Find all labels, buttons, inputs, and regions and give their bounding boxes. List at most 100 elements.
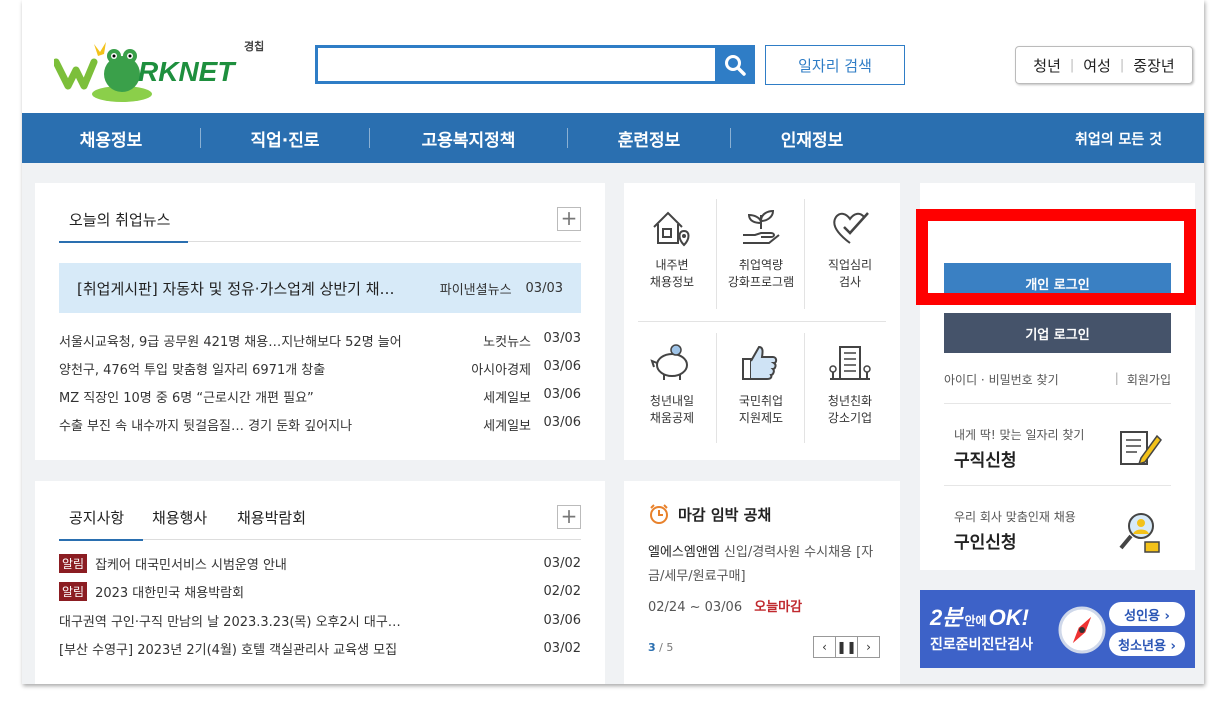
youth-test-button[interactable]: 청소년용 ›	[1109, 632, 1185, 656]
deadline-panel: 마감 임박 공채 엘에스엠앤엠 신입/경력사원 수시채용 [자금/세무/원료구매…	[624, 481, 900, 684]
quick-link-women[interactable]: 여성	[1083, 55, 1111, 76]
pause-button[interactable]: ❚❚	[835, 636, 858, 658]
next-button[interactable]: ›	[857, 636, 880, 658]
job-seeker-card[interactable]: 내게 딱! 맞는 일자리 찾기 구직신청	[944, 403, 1171, 485]
service-national-employment[interactable]: 국민취업 지원제도	[717, 341, 805, 427]
thumbs-up-icon	[742, 345, 778, 380]
service-label-2: 채용정보	[649, 275, 695, 289]
service-label-2: 검사	[838, 275, 862, 289]
divider	[188, 241, 581, 242]
tab-job-fair[interactable]: 채용박람회	[237, 507, 306, 528]
quick-link-middle-aged[interactable]: 중장년	[1133, 55, 1174, 76]
nav-item-training[interactable]: 훈련정보	[568, 126, 730, 151]
news-date: 03/06	[543, 387, 581, 402]
job-search-button[interactable]: 일자리 검색	[765, 45, 905, 85]
service-label-2: 강화프로그램	[727, 275, 795, 289]
service-psych-test[interactable]: 직업심리 검사	[806, 205, 894, 291]
deadline-company: 엘에스엠앤엠	[648, 545, 720, 560]
tab-underline	[59, 241, 188, 243]
deadline-range: 02/24 ~ 03/06	[648, 600, 743, 615]
quick-links: 청년 | 여성 | 중장년	[1015, 46, 1193, 84]
notice-date: 02/02	[543, 584, 581, 599]
service-label-2: 채움공제	[649, 411, 695, 425]
notice-date: 03/02	[543, 641, 581, 656]
tab-recruit-event[interactable]: 채용행사	[152, 507, 207, 528]
more-news-button[interactable]: +	[557, 207, 581, 231]
news-item[interactable]: 수출 부진 속 내수까지 뒷걸음질… 경기 둔화 깊어지나 세계일보 03/06	[59, 415, 581, 434]
service-youth-savings[interactable]: 청년내일 채움공제	[628, 341, 716, 427]
news-panel: 오늘의 취업뉴스 + [취업게시판] 자동차 및 정유·가스업계 상반기 채… …	[35, 183, 605, 460]
deadline-job[interactable]: 엘에스엠앤엠 신입/경력사원 수시채용 [자금/세무/원료구매]	[648, 541, 874, 589]
notice-date: 03/02	[543, 556, 581, 571]
service-nearby-jobs[interactable]: 내주변 채용정보	[628, 205, 716, 291]
news-source: 세계일보	[483, 419, 531, 434]
service-label-1: 직업심리	[827, 258, 873, 272]
headline-news[interactable]: [취업게시판] 자동차 및 정유·가스업계 상반기 채… 파이낸셜뉴스 03/0…	[59, 263, 581, 313]
service-label-2: 강소기업	[827, 411, 873, 425]
notice-title: 2023 대한민국 채용박람회	[95, 586, 245, 601]
divider	[143, 539, 581, 540]
service-youth-friendly[interactable]: 청년친화 강소기업	[806, 341, 894, 427]
adult-test-button[interactable]: 성인용 ›	[1109, 602, 1185, 626]
logo-subtitle: 경칩	[244, 40, 265, 53]
nav-item-recruit[interactable]: 채용정보	[22, 126, 200, 151]
notice-panel: 공지사항 채용행사 채용박람회 + 알림 잡케어 대국민서비스 시범운영 안내 …	[35, 481, 605, 684]
search-icon	[725, 54, 746, 76]
nav-all-about-jobs[interactable]: 취업의 모든 것	[1075, 129, 1162, 149]
piggy-bank-icon	[650, 344, 688, 380]
news-title: 수출 부진 속 내수까지 뒷걸음질… 경기 둔화 깊어지나	[59, 419, 353, 434]
signup-link[interactable]: 회원가입	[1127, 371, 1171, 388]
notice-item[interactable]: 알림 2023 대한민국 채용박람회 02/02	[59, 582, 581, 601]
news-item[interactable]: 양천구, 476억 투입 맞춤형 일자리 6971개 창출 아시아경제 03/0…	[59, 359, 581, 378]
career-test-banner[interactable]: 2분 안에OK! 진로준비진단검사 성인용 › 청소년용 ›	[920, 590, 1195, 668]
worknet-logo[interactable]: RKNET 경칩	[54, 34, 274, 104]
search-input[interactable]	[315, 45, 755, 84]
more-notice-button[interactable]: +	[557, 505, 581, 529]
highlight-box	[916, 209, 1196, 305]
quick-link-youth[interactable]: 청년	[1033, 55, 1061, 76]
headline-source: 파이낸셜뉴스	[439, 282, 512, 298]
service-label-1: 청년친화	[827, 394, 873, 408]
pager-current: 3	[648, 641, 656, 654]
tab-underline	[59, 539, 143, 541]
news-item[interactable]: MZ 직장인 10명 중 6명 “근로시간 개편 필요” 세계일보 03/06	[59, 387, 581, 406]
deadline-title: 마감 임박 공채	[648, 503, 771, 525]
service-label-1: 내주변	[655, 258, 689, 272]
building-icon	[829, 346, 871, 380]
search-button[interactable]	[715, 45, 755, 84]
service-label-1: 청년내일	[649, 394, 695, 408]
services-panel: 내주변 채용정보 취업역량 강화프로그램 직업심리 검사 청년내일 채움공제 국…	[624, 183, 900, 460]
corporate-login-button[interactable]: 기업 로그인	[944, 313, 1171, 353]
news-date: 03/03	[543, 331, 581, 346]
nav-item-career[interactable]: 직업·진로	[201, 126, 369, 151]
notice-item[interactable]: [부산 수영구] 2023년 2기(4월) 호텔 객실관리사 교육생 모집 03…	[59, 639, 581, 658]
employer-card[interactable]: 우리 회사 맞춤인재 채용 구인신청	[944, 485, 1171, 567]
notice-item[interactable]: 대구권역 구인·구직 만남의 날 2023.3.23(목) 오후2시 대구… 0…	[59, 611, 581, 630]
alarm-clock-icon	[650, 504, 668, 524]
magnifier-person-icon	[1119, 513, 1160, 553]
tab-today-news[interactable]: 오늘의 취업뉴스	[69, 209, 170, 230]
news-item[interactable]: 서울시교육청, 9급 공무원 421명 채용…지난해보다 52명 늘어 노컷뉴스…	[59, 331, 581, 350]
banner-within: 안에	[964, 614, 987, 628]
card-title: 구직신청	[954, 451, 1017, 471]
service-career-program[interactable]: 취업역량 강화프로그램	[717, 205, 805, 291]
heart-check-icon	[833, 212, 869, 244]
divider	[638, 321, 886, 322]
deadline-status: 오늘마감	[754, 600, 803, 615]
workbench: RKNET 경칩 일자리 검색 청년 | 여성 | 중장년 채용정보 직업·진로…	[22, 0, 1204, 684]
tab-notice[interactable]: 공지사항	[69, 507, 124, 528]
news-title: 서울시교육청, 9급 공무원 421명 채용…지난해보다 52명 늘어	[59, 335, 402, 350]
nav-item-welfare[interactable]: 고용복지정책	[370, 126, 567, 151]
notice-item[interactable]: 알림 잡케어 대국민서비스 시범운영 안내 03/02	[59, 554, 581, 573]
nav-item-talent[interactable]: 인재정보	[731, 126, 893, 151]
service-label-2: 지원제도	[738, 411, 784, 425]
deadline-title-text: 마감 임박 공채	[678, 505, 772, 524]
banner-subtitle: 진로준비진단검사	[930, 637, 1034, 653]
divider: |	[1119, 57, 1125, 73]
divider: |	[1069, 57, 1075, 73]
login-links: 아이디 · 비밀번호 찾기 | 회원가입	[944, 371, 1171, 388]
prev-button[interactable]: ‹	[813, 636, 836, 658]
find-id-password-link[interactable]: 아이디 · 비밀번호 찾기	[944, 371, 1059, 388]
pager-total: / 5	[659, 641, 674, 654]
news-date: 03/06	[543, 415, 581, 430]
